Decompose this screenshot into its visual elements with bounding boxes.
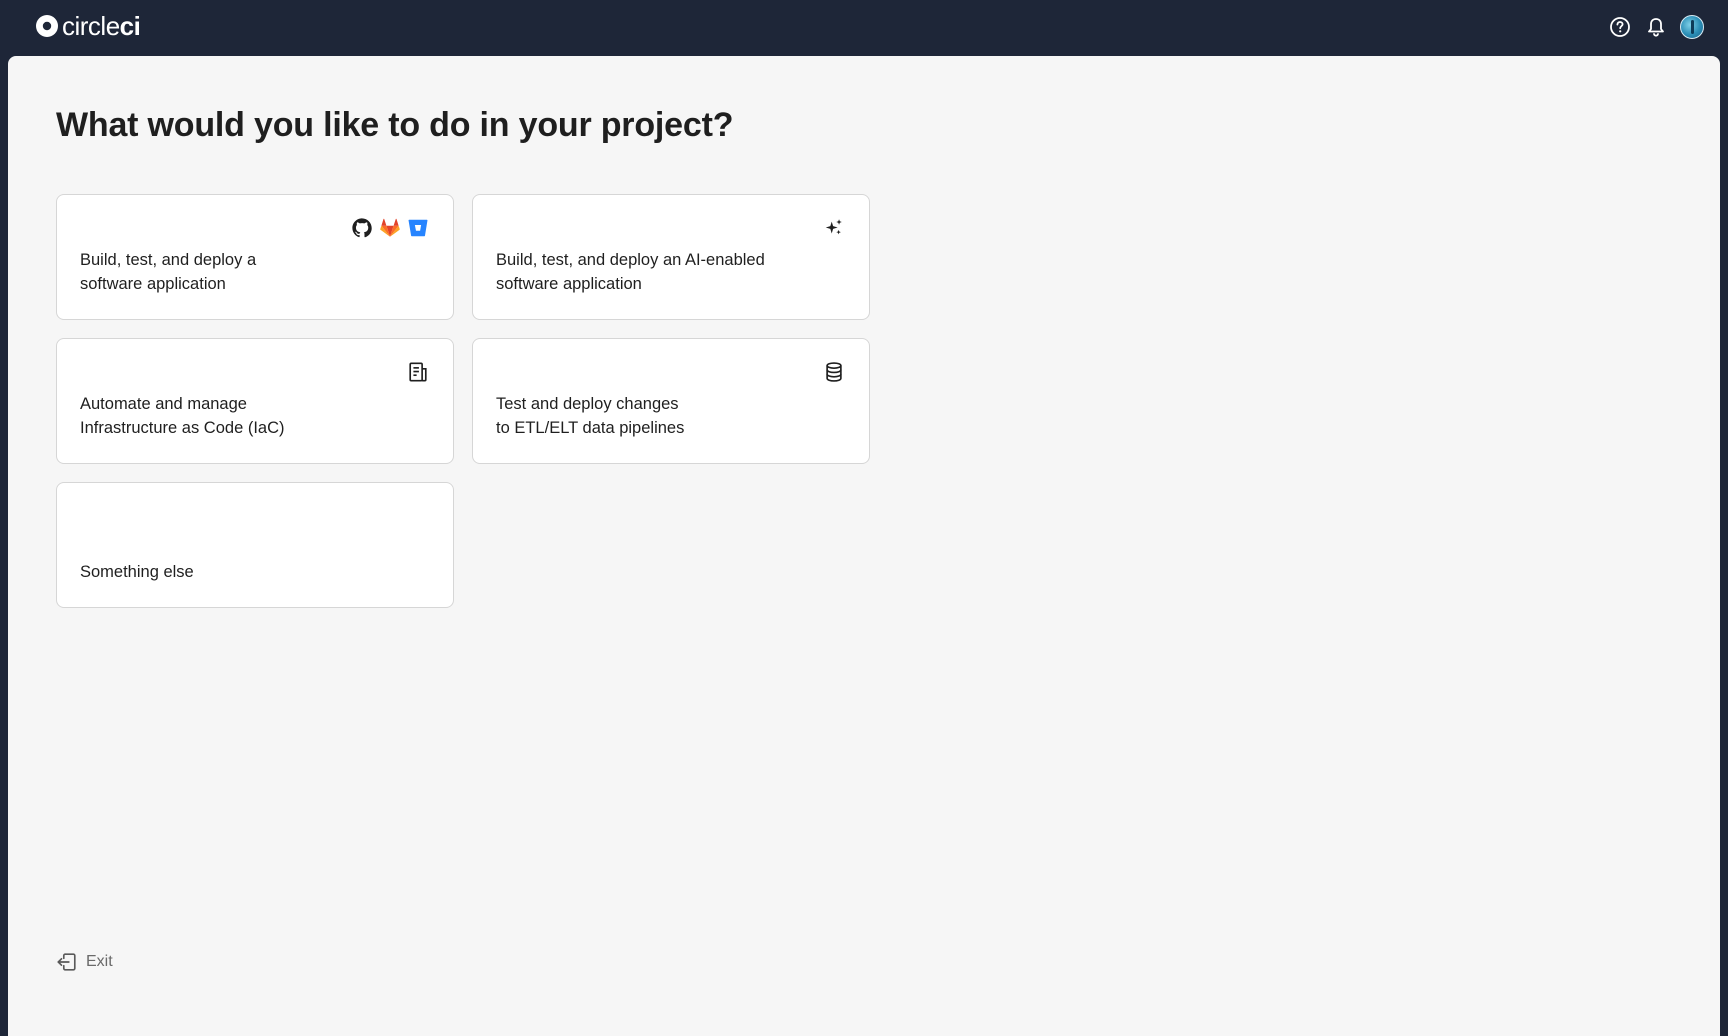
document-icon: [409, 362, 427, 382]
page-title: What would you like to do in your projec…: [56, 106, 734, 144]
database-icon: [826, 362, 842, 382]
sparkles-icon: [825, 219, 842, 235]
user-avatar[interactable]: [1680, 15, 1704, 39]
bell-icon[interactable]: [1644, 15, 1668, 39]
card-icons: [407, 361, 429, 383]
card-label: Something else: [80, 563, 194, 581]
card-label: Test and deploy changes to ETL/ELT data …: [496, 395, 685, 437]
avatar: [1680, 15, 1704, 39]
github-icon: [352, 218, 372, 238]
bitbucket-icon: [408, 219, 428, 237]
exit-icon: [57, 953, 76, 971]
main-panel: What would you like to do in your projec…: [8, 56, 1720, 1036]
card-label: Build, test, and deploy an AI-enabled so…: [496, 251, 765, 293]
logo-wordmark: circleci: [62, 11, 141, 41]
option-card-software-application[interactable]: Build, test, and deploy a software appli…: [56, 194, 454, 320]
help-icon[interactable]: [1608, 15, 1632, 39]
gitlab-icon: [380, 218, 400, 237]
option-card-infrastructure-as-code[interactable]: Automate and manage Infrastructure as Co…: [56, 338, 454, 464]
exit-button[interactable]: Exit: [56, 951, 113, 973]
exit-label: Exit: [86, 953, 113, 970]
circleci-logo[interactable]: circleci: [35, 11, 141, 41]
top-navigation-bar: circleci: [0, 0, 1728, 56]
option-card-ai-application[interactable]: Build, test, and deploy an AI-enabled so…: [472, 194, 870, 320]
topbar-actions: [1608, 15, 1704, 39]
card-label: Automate and manage Infrastructure as Co…: [80, 395, 285, 437]
card-label: Build, test, and deploy a software appli…: [80, 251, 257, 293]
option-card-something-else[interactable]: Something else: [56, 482, 454, 608]
circleci-logo-icon: [36, 15, 58, 37]
card-icons: [823, 361, 845, 383]
option-card-etl-pipelines[interactable]: Test and deploy changes to ETL/ELT data …: [472, 338, 870, 464]
card-icons: [351, 217, 429, 239]
card-icons: [823, 217, 845, 239]
